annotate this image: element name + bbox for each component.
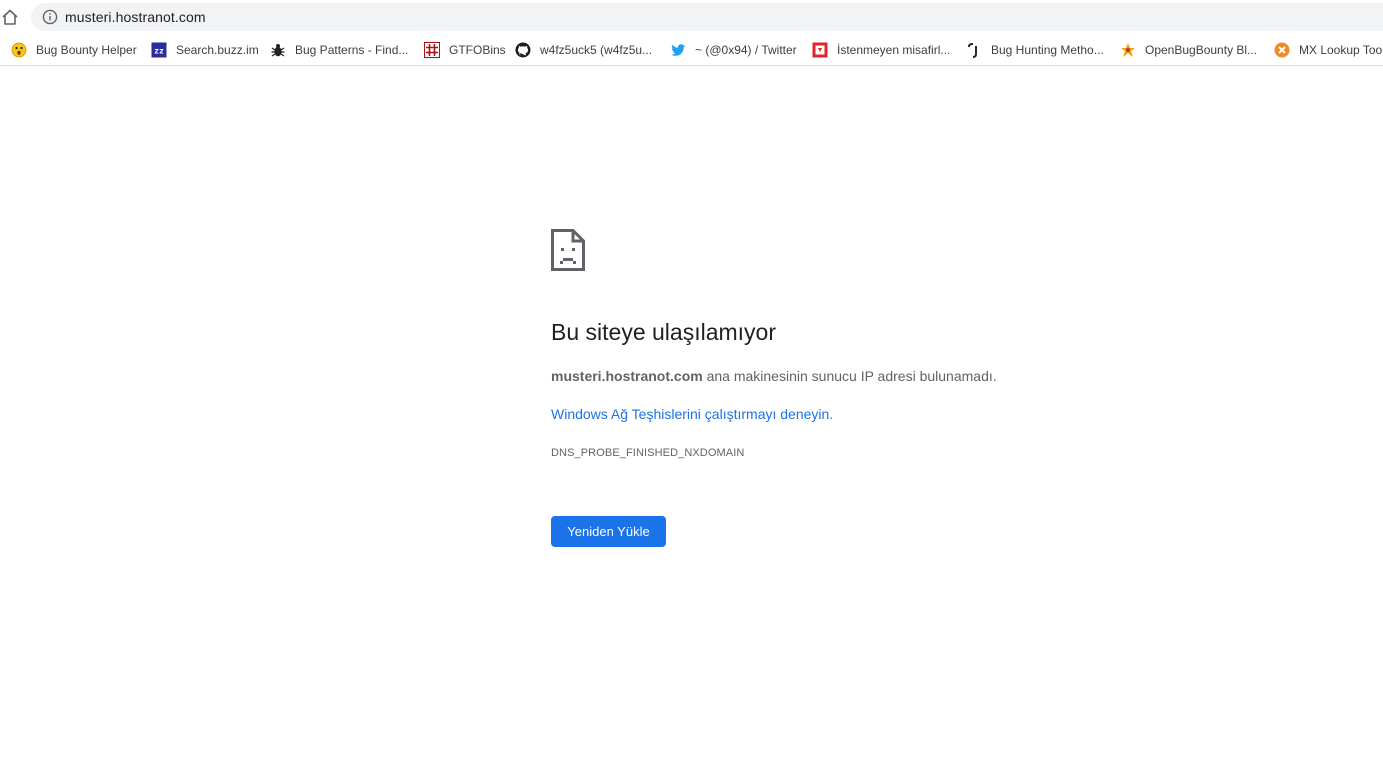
- bookmark-label: Bug Patterns - Find...: [295, 43, 409, 57]
- twitter-bird-icon: [670, 42, 686, 58]
- browser-toolbar: musteri.hostranot.com: [0, 0, 1383, 34]
- home-icon: [2, 9, 18, 25]
- error-host: musteri.hostranot.com: [551, 368, 703, 384]
- sad-page-icon: [551, 229, 585, 271]
- bookmark-label: İstenmeyen misafirl...: [837, 43, 951, 57]
- bookmark-gtfobins[interactable]: GTFOBins: [424, 40, 506, 60]
- bookmark-label: Search.buzz.im: [176, 43, 259, 57]
- bug-icon: [270, 42, 286, 58]
- info-icon[interactable]: [42, 9, 58, 25]
- hook-icon: [966, 42, 982, 58]
- bookmark-label: w4fz5uck5 (w4fz5u...: [540, 43, 653, 57]
- error-title: Bu siteye ulaşılamıyor: [551, 319, 776, 345]
- address-bar[interactable]: musteri.hostranot.com: [31, 3, 1383, 31]
- bookmark-bug-hunting-methodology[interactable]: Bug Hunting Metho...: [966, 40, 1104, 60]
- bookmark-search-buzz[interactable]: zz Search.buzz.im: [151, 40, 259, 60]
- bookmark-mx-lookup[interactable]: MX Lookup Tool: [1274, 40, 1383, 60]
- bookmark-bug-bounty-helper[interactable]: Bug Bounty Helper: [11, 40, 137, 60]
- error-code: DNS_PROBE_FINISHED_NXDOMAIN: [551, 447, 745, 459]
- surprised-face-icon: [11, 42, 27, 58]
- bookmark-twitter[interactable]: ~ (@0x94) / Twitter: [670, 40, 797, 60]
- error-description-text: ana makinesinin sunucu IP adresi bulunam…: [702, 368, 997, 384]
- bookmark-label: Bug Hunting Metho...: [991, 43, 1104, 57]
- bookmarks-bar: Bug Bounty Helper zz Search.buzz.im Bug …: [0, 34, 1383, 66]
- red-square-icon: [812, 42, 828, 58]
- bookmark-github-w4fz5uck5[interactable]: w4fz5uck5 (w4fz5u...: [515, 40, 652, 60]
- reload-button[interactable]: Yeniden Yükle: [551, 516, 666, 547]
- bookmark-label: ~ (@0x94) / Twitter: [695, 43, 797, 57]
- error-content: Bu siteye ulaşılamıyor musteri.hostranot…: [551, 229, 1151, 547]
- bookmark-openbugbounty[interactable]: OpenBugBounty Bl...: [1120, 40, 1257, 60]
- bookmark-bug-patterns[interactable]: Bug Patterns - Find...: [270, 40, 408, 60]
- bookmark-label: OpenBugBounty Bl...: [1145, 43, 1258, 57]
- openbugbounty-icon: [1120, 42, 1136, 58]
- github-icon: [515, 42, 531, 58]
- bookmark-label: GTFOBins: [449, 43, 506, 57]
- grid-hash-icon: [424, 42, 440, 58]
- home-button[interactable]: [0, 6, 20, 28]
- bookmark-label: MX Lookup Tool: [1299, 43, 1383, 57]
- mxtoolbox-icon: [1274, 42, 1290, 58]
- bookmark-istenmeyen[interactable]: İstenmeyen misafirl...: [812, 40, 950, 60]
- network-diagnostics-link[interactable]: Windows Ağ Teşhislerini çalıştırmayı den…: [551, 406, 833, 422]
- url-text[interactable]: musteri.hostranot.com: [65, 9, 206, 25]
- bookmark-label: Bug Bounty Helper: [36, 43, 137, 57]
- error-description: musteri.hostranot.com ana makinesinin su…: [551, 368, 997, 384]
- zz-logo-icon: zz: [151, 42, 167, 58]
- svg-text:zz: zz: [154, 47, 164, 56]
